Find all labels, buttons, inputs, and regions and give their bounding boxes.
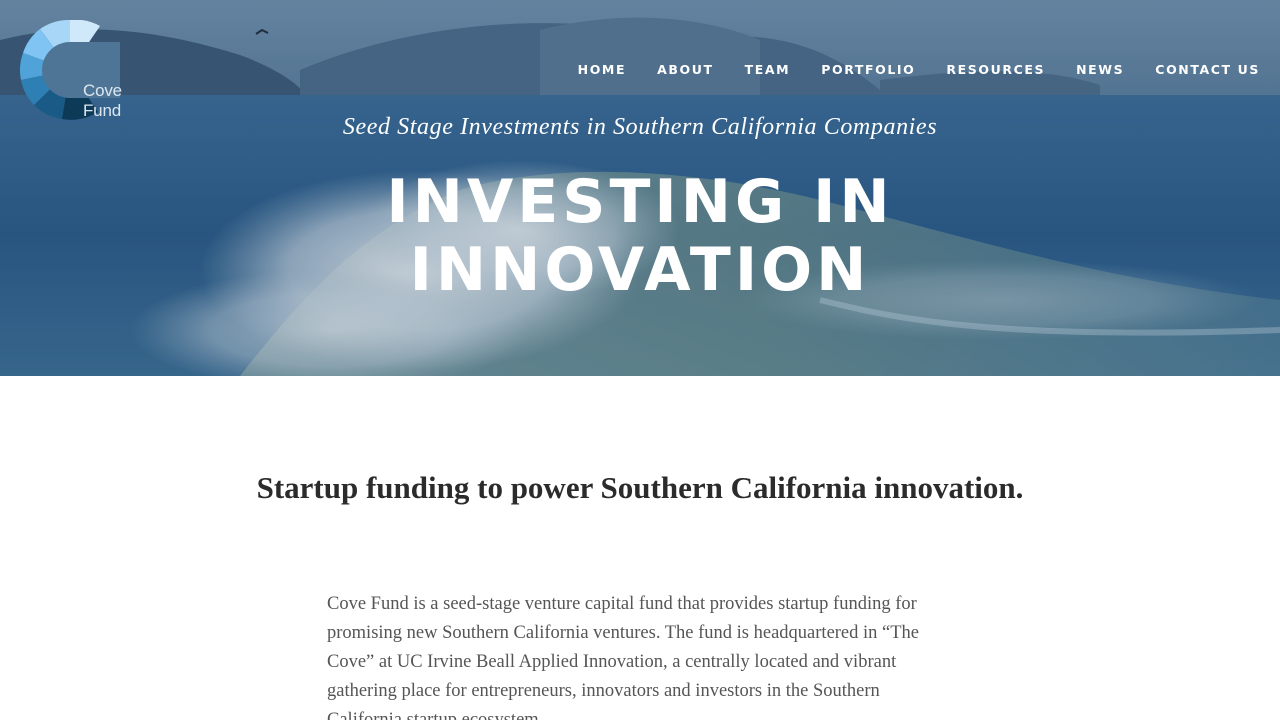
hero-banner: Cove Fund HOME ABOUT TEAM PORTFOLIO RESO… bbox=[0, 0, 1280, 376]
nav-portfolio[interactable]: PORTFOLIO bbox=[821, 62, 915, 78]
cove-fund-logo[interactable]: Cove Fund bbox=[20, 20, 150, 120]
section-subheading: Startup funding to power Southern Califo… bbox=[256, 470, 1024, 505]
nav-team[interactable]: TEAM bbox=[745, 62, 791, 78]
hero-tagline: Seed Stage Investments in Southern Calif… bbox=[342, 114, 938, 140]
nav-news[interactable]: NEWS bbox=[1076, 62, 1124, 78]
hero-headline-line1: INVESTING IN bbox=[386, 167, 894, 237]
hero-headline-line2: INNOVATION bbox=[409, 235, 871, 305]
nav-home[interactable]: HOME bbox=[578, 62, 626, 78]
nav-about[interactable]: ABOUT bbox=[657, 62, 714, 78]
intro-paragraph: Cove Fund is a seed-stage venture capita… bbox=[327, 594, 920, 720]
nav-contact-us[interactable]: CONTACT US bbox=[1155, 62, 1260, 78]
nav-resources[interactable]: RESOURCES bbox=[946, 62, 1045, 78]
hero-headline: INVESTING IN INNOVATION bbox=[0, 168, 1280, 304]
main-nav: HOME ABOUT TEAM PORTFOLIO RESOURCES NEWS… bbox=[547, 62, 1260, 78]
